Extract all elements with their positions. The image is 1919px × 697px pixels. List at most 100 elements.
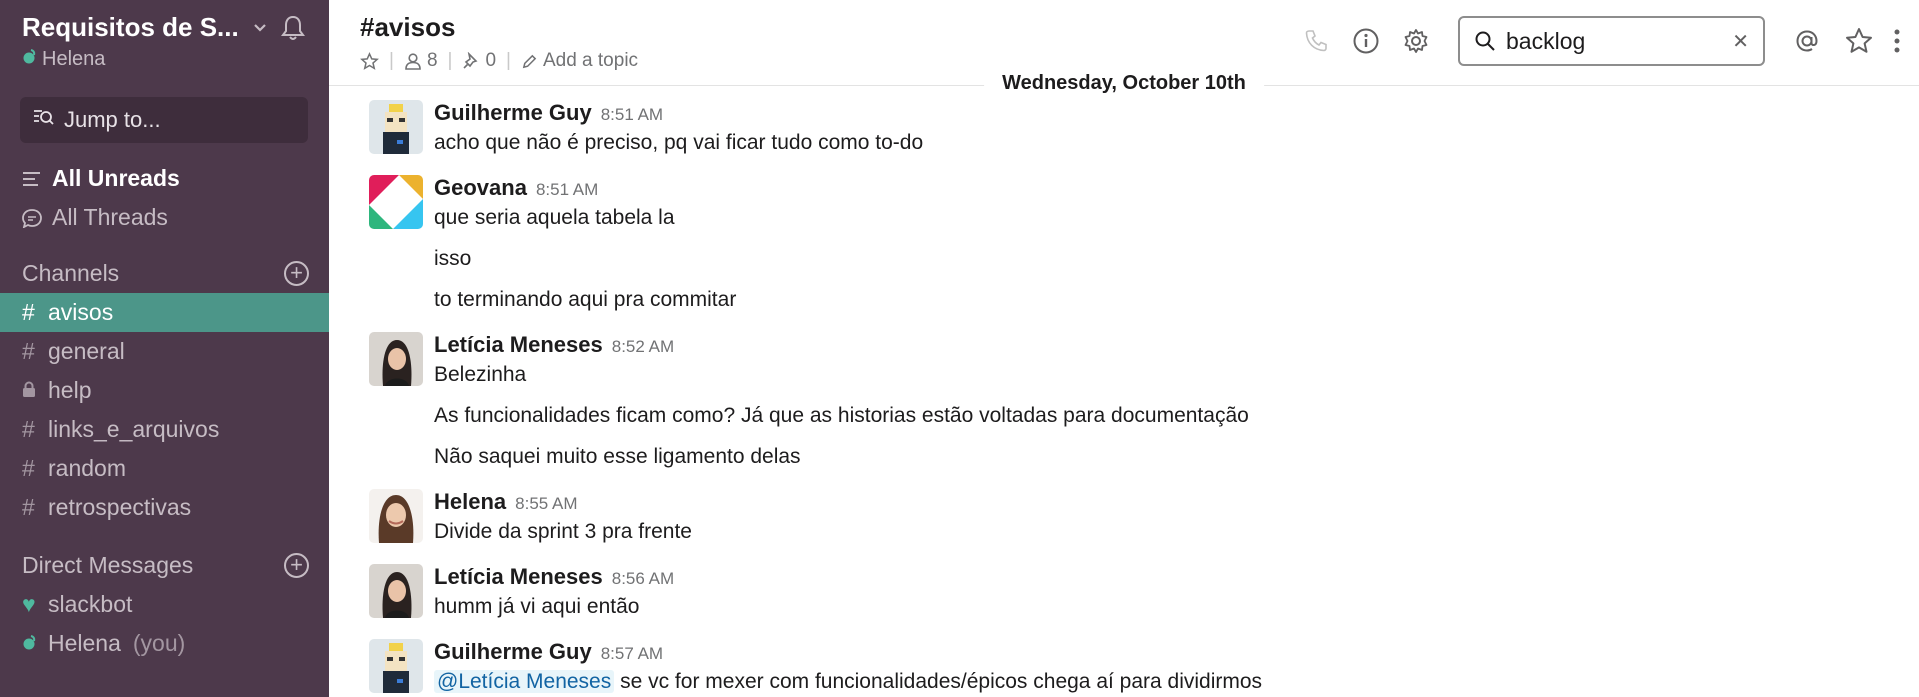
avatar[interactable] bbox=[369, 564, 423, 618]
message-text: acho que não é preciso, pq vai ficar tud… bbox=[434, 131, 924, 154]
message-list: Guilherme Guy 8:51 AM acho que não é pre… bbox=[329, 96, 1919, 697]
channel-label: general bbox=[48, 338, 125, 364]
avatar[interactable] bbox=[369, 489, 423, 543]
search-value[interactable]: backlog bbox=[1506, 28, 1732, 55]
hash-icon: # bbox=[22, 338, 35, 364]
you-suffix: (you) bbox=[132, 630, 186, 656]
timestamp[interactable]: 8:51 AM bbox=[601, 105, 663, 125]
pencil-icon bbox=[522, 54, 537, 68]
sidebar-item-helena[interactable]: Helena (you) bbox=[0, 624, 329, 663]
members-button[interactable]: 8 bbox=[404, 50, 438, 72]
add-topic-label: Add a topic bbox=[542, 50, 639, 71]
star-channel-button[interactable] bbox=[360, 51, 379, 71]
message[interactable]: Guilherme Guy 8:51 AM acho que não é pre… bbox=[329, 96, 1919, 171]
timestamp[interactable]: 8:55 AM bbox=[515, 494, 577, 514]
starred-items-icon[interactable] bbox=[1843, 25, 1875, 57]
sidebar-item-slackbot[interactable]: ♥ slackbot bbox=[0, 585, 329, 624]
author-name[interactable]: Helena bbox=[434, 489, 506, 515]
phone-icon[interactable] bbox=[1300, 25, 1332, 57]
presence-icon bbox=[22, 49, 36, 70]
chevron-down-icon[interactable] bbox=[253, 20, 267, 38]
hash-icon: # bbox=[22, 299, 35, 325]
team-name[interactable]: Requisitos de S... bbox=[22, 12, 239, 43]
timestamp[interactable]: 8:51 AM bbox=[536, 180, 598, 200]
message-header: Letícia Meneses 8:52 AM bbox=[434, 328, 1919, 360]
pin-icon bbox=[463, 52, 478, 69]
dm-heading[interactable]: Direct Messages bbox=[22, 552, 193, 579]
avatar[interactable] bbox=[369, 332, 423, 386]
jump-search-icon bbox=[32, 107, 64, 133]
message-text: @Letícia Meneses se vc for mexer com fun… bbox=[434, 667, 1919, 697]
team-menu[interactable]: Requisitos de S... bbox=[22, 12, 307, 42]
jump-to-label: Jump to... bbox=[64, 107, 161, 132]
message[interactable]: Helena 8:55 AM Divide da sprint 3 pra fr… bbox=[329, 485, 1919, 560]
avatar[interactable] bbox=[369, 639, 423, 693]
channel-label: avisos bbox=[48, 299, 114, 325]
all-threads-label: All Threads bbox=[52, 204, 168, 230]
all-unreads-label: All Unreads bbox=[52, 165, 180, 191]
channel-label: help bbox=[48, 377, 92, 403]
channels-heading[interactable]: Channels bbox=[22, 260, 119, 287]
sidebar-item-retrospectivas[interactable]: # retrospectivas bbox=[0, 488, 329, 527]
author-name[interactable]: Guilherme Guy bbox=[434, 100, 592, 126]
lock-icon bbox=[22, 377, 40, 404]
more-options-icon[interactable] bbox=[1887, 25, 1907, 57]
message-header: Guilherme Guy 8:57 AM bbox=[434, 635, 1919, 667]
jump-to-button[interactable]: Jump to... bbox=[20, 97, 308, 143]
bell-icon[interactable] bbox=[279, 14, 307, 42]
direct-messages-section[interactable]: Direct Messages + bbox=[0, 545, 329, 585]
message-header: Helena 8:55 AM bbox=[434, 485, 1919, 517]
at-mentions-icon[interactable] bbox=[1791, 25, 1823, 57]
threads-icon bbox=[21, 208, 43, 228]
presence-icon bbox=[22, 630, 40, 657]
avatar[interactable] bbox=[369, 175, 423, 229]
message[interactable]: Letícia Meneses 8:52 AM Belezinha As fun… bbox=[329, 328, 1919, 485]
message[interactable]: Geovana 8:51 AM que seria aquela tabela … bbox=[329, 171, 1919, 328]
timestamp[interactable]: 8:56 AM bbox=[612, 569, 674, 589]
message[interactable]: Guilherme Guy 8:57 AM @Letícia Meneses s… bbox=[329, 635, 1919, 697]
search-input[interactable]: backlog ✕ bbox=[1458, 16, 1765, 66]
author-name[interactable]: Letícia Meneses bbox=[434, 564, 603, 590]
message-header: Letícia Meneses 8:56 AM bbox=[434, 560, 1919, 592]
timestamp[interactable]: 8:57 AM bbox=[601, 644, 663, 664]
date-divider: Wednesday, October 10th bbox=[329, 72, 1919, 98]
add-topic-button[interactable]: Add a topic bbox=[521, 50, 638, 72]
star-icon bbox=[360, 51, 379, 70]
user-name: Helena bbox=[42, 48, 106, 70]
author-name[interactable]: Geovana bbox=[434, 175, 527, 201]
author-name[interactable]: Letícia Meneses bbox=[434, 332, 603, 358]
sidebar-item-avisos[interactable]: # avisos bbox=[0, 293, 329, 332]
search-icon bbox=[1475, 31, 1495, 51]
user-mention[interactable]: @Letícia Meneses bbox=[434, 670, 615, 693]
add-dm-icon[interactable]: + bbox=[284, 552, 309, 578]
members-count: 8 bbox=[426, 50, 438, 71]
timestamp[interactable]: 8:52 AM bbox=[612, 337, 674, 357]
message-header: Geovana 8:51 AM bbox=[434, 171, 1919, 203]
add-channel-icon[interactable]: + bbox=[284, 260, 309, 286]
pins-count: 0 bbox=[485, 50, 497, 71]
date-label[interactable]: Wednesday, October 10th bbox=[984, 72, 1264, 95]
author-name[interactable]: Guilherme Guy bbox=[434, 639, 592, 665]
message-text: Não saquei muito esse ligamento delas bbox=[434, 445, 801, 468]
sidebar-item-random[interactable]: # random bbox=[0, 449, 329, 488]
nav-all-threads[interactable]: All Threads bbox=[0, 198, 329, 237]
channels-section[interactable]: Channels + bbox=[0, 253, 329, 293]
header-actions: backlog ✕ bbox=[1300, 16, 1919, 66]
pins-button[interactable]: 0 bbox=[462, 50, 496, 72]
channel-label: retrospectivas bbox=[48, 494, 192, 520]
sidebar-item-general[interactable]: # general bbox=[0, 332, 329, 371]
sidebar-item-help[interactable]: help bbox=[0, 371, 329, 410]
gear-icon[interactable] bbox=[1400, 25, 1432, 57]
nav-all-unreads[interactable]: All Unreads bbox=[0, 159, 329, 198]
message[interactable]: Letícia Meneses 8:56 AM humm já vi aqui … bbox=[329, 560, 1919, 635]
info-icon[interactable] bbox=[1350, 25, 1382, 57]
close-icon[interactable]: ✕ bbox=[1732, 29, 1749, 54]
dm-label: Helena bbox=[48, 630, 121, 656]
avatar[interactable] bbox=[369, 100, 423, 154]
channel-title[interactable]: #avisos bbox=[360, 12, 455, 43]
message-text: Belezinha bbox=[434, 363, 527, 386]
sidebar-item-links-e-arquivos[interactable]: # links_e_arquivos bbox=[0, 410, 329, 449]
channel-label: random bbox=[48, 455, 126, 481]
main-pane: #avisos | 8 | 0 | Add a topic backlog ✕ … bbox=[329, 0, 1919, 697]
current-user[interactable]: Helena bbox=[22, 48, 307, 71]
